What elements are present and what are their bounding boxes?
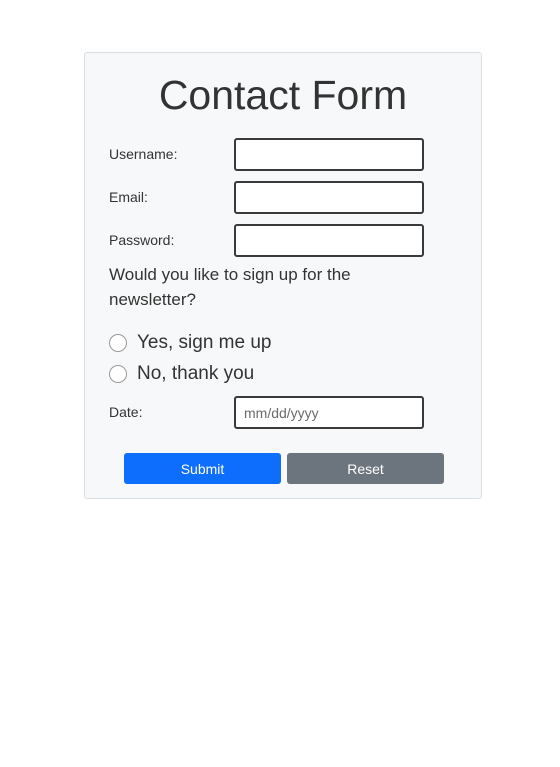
date-label: Date:	[109, 404, 143, 420]
radio-option-no[interactable]: No, thank you	[109, 363, 254, 385]
newsletter-question: Would you like to sign up for the newsle…	[109, 265, 351, 309]
email-input[interactable]	[234, 181, 424, 214]
password-label: Password:	[109, 232, 175, 248]
username-label: Username:	[109, 146, 178, 162]
radio-label-no: No, thank you	[137, 363, 255, 384]
radio-button-no[interactable]	[109, 365, 127, 383]
radio-label-yes: Yes, sign me up	[137, 332, 272, 353]
email-label: Email:	[109, 189, 148, 205]
submit-button[interactable]: Submit	[124, 453, 281, 484]
radio-option-yes[interactable]: Yes, sign me up	[109, 332, 272, 354]
radio-button-yes[interactable]	[109, 334, 127, 352]
date-input[interactable]	[234, 396, 424, 429]
password-input[interactable]	[234, 224, 424, 257]
reset-button[interactable]: Reset	[287, 453, 444, 484]
form-title: Contact Form	[158, 72, 408, 118]
username-input[interactable]	[234, 138, 424, 171]
contact-form-card: Contact Form Username: Email: Password: …	[84, 52, 482, 499]
